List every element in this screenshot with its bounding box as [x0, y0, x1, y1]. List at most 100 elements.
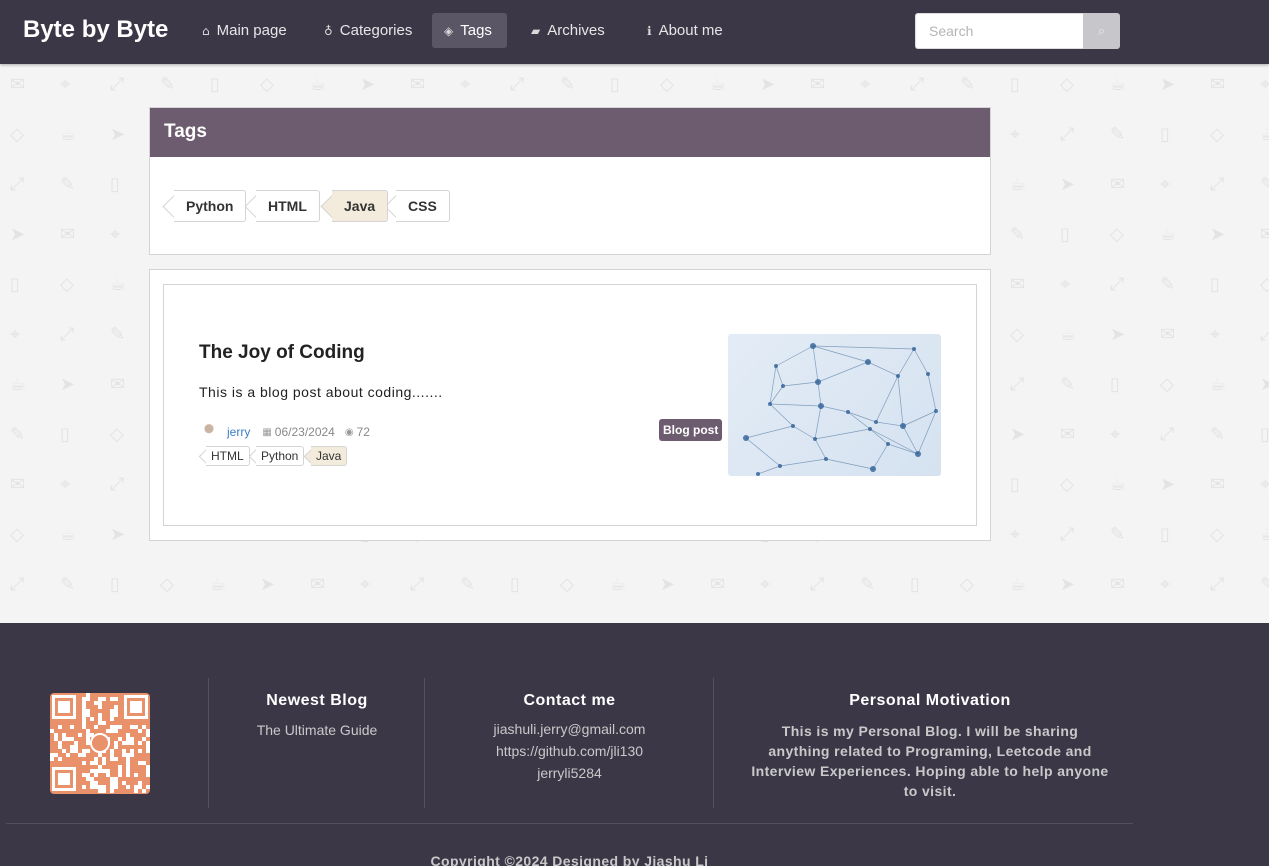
qr-module	[142, 789, 146, 793]
post-thumbnail-image[interactable]	[728, 334, 941, 476]
qr-module	[58, 725, 62, 729]
pattern-glyph: ⌖	[110, 224, 121, 245]
tag-html[interactable]: HTML	[256, 190, 320, 222]
qr-module	[82, 701, 86, 705]
qr-module	[102, 785, 106, 789]
network-edge	[812, 345, 869, 363]
qr-module	[74, 749, 78, 753]
qr-module	[146, 765, 150, 769]
network-edge	[872, 443, 889, 470]
pattern-glyph: ✎	[1060, 374, 1076, 395]
category-label[interactable]: Blog post	[659, 419, 723, 441]
qr-module	[54, 737, 58, 741]
qr-module	[86, 737, 90, 741]
nav-item-label: Categories	[339, 22, 413, 39]
qr-module	[98, 769, 102, 773]
contact-email[interactable]: jiashuli.jerry@gmail.com	[425, 718, 714, 740]
post-tag-python[interactable]: Python	[256, 446, 305, 466]
pattern-glyph: ➤	[360, 74, 376, 95]
nav-item-main-page[interactable]: ⌂ Main page	[188, 13, 301, 48]
pattern-glyph: ⌖	[1010, 524, 1021, 545]
nav-item-tags[interactable]: ◈ Tags	[432, 13, 507, 48]
qr-module	[70, 745, 74, 749]
network-node	[865, 359, 871, 365]
tag-java[interactable]: Java	[332, 190, 389, 222]
pattern-glyph: ⌖	[860, 74, 871, 95]
network-edge	[757, 465, 781, 475]
network-edge	[814, 428, 871, 440]
qr-module	[126, 773, 130, 777]
qr-module	[90, 785, 94, 789]
newest-blog-link[interactable]: The Ultimate Guide	[209, 719, 425, 741]
author-link[interactable]: jerry	[227, 425, 250, 439]
pattern-glyph: ✉	[10, 74, 26, 95]
idea-icon: ♁	[324, 23, 333, 38]
pattern-glyph: ☕	[110, 274, 127, 295]
qr-module	[134, 785, 138, 789]
qr-module	[126, 761, 130, 765]
post-tag-html[interactable]: HTML	[206, 446, 250, 466]
pattern-glyph: ◇	[60, 274, 74, 295]
network-edge	[769, 403, 794, 427]
network-node	[818, 403, 824, 409]
qr-module	[94, 761, 98, 765]
qr-module	[98, 765, 102, 769]
qr-module	[58, 757, 62, 761]
search-input[interactable]	[915, 13, 1084, 49]
qr-module	[82, 773, 86, 777]
pattern-glyph: ▯	[1160, 124, 1170, 145]
network-node	[934, 409, 938, 413]
pattern-glyph: ➤	[1160, 74, 1176, 95]
post-tag-java[interactable]: Java	[311, 446, 348, 466]
pattern-glyph: ⤢	[1160, 424, 1175, 445]
search-icon: ⌕	[1097, 23, 1106, 39]
pattern-glyph: ☕	[1260, 124, 1269, 145]
qr-module	[82, 713, 86, 717]
network-node	[774, 364, 778, 368]
eye-icon: ◉	[344, 426, 354, 438]
pattern-glyph: ✉	[1010, 274, 1026, 295]
pattern-glyph: ✎	[960, 74, 976, 95]
pattern-glyph: ⤢	[1060, 524, 1075, 545]
qr-module	[126, 753, 130, 757]
qr-module	[126, 785, 130, 789]
pattern-glyph: ✎	[60, 174, 76, 195]
footer-heading-contact: Contact me	[523, 692, 616, 709]
qr-module	[110, 777, 114, 781]
tag-python[interactable]: Python	[174, 190, 247, 222]
pattern-glyph: ▯	[610, 74, 620, 95]
nav-item-categories[interactable]: ♁ Categories	[310, 13, 426, 48]
qr-module	[110, 729, 114, 733]
motivation-text: This is my Personal Blog. I will be shar…	[751, 723, 1109, 799]
qr-module	[102, 789, 106, 793]
nav-item-about-me[interactable]: ℹ About me	[633, 13, 737, 48]
qr-module	[110, 725, 114, 729]
pattern-glyph: ✉	[1060, 424, 1076, 445]
qr-module	[134, 773, 138, 777]
tag-css[interactable]: CSS	[396, 190, 450, 222]
qr-module	[62, 737, 66, 741]
qr-module	[70, 725, 74, 729]
contact-github[interactable]: https://github.com/jli130	[425, 740, 714, 762]
site-brand[interactable]: Byte by Byte	[23, 16, 168, 44]
pattern-glyph: ✉	[1160, 324, 1176, 345]
calendar-icon: ▦	[262, 426, 272, 438]
pattern-glyph: ⤢	[10, 174, 25, 195]
network-node	[926, 372, 930, 376]
network-edge	[897, 348, 915, 377]
post-title[interactable]: The Joy of Coding	[199, 342, 365, 364]
qr-module	[138, 781, 142, 785]
search-button[interactable]: ⌕	[1083, 13, 1120, 49]
qr-module	[126, 741, 130, 745]
pattern-glyph: ✉	[1210, 474, 1226, 495]
pattern-glyph: ⤢	[110, 474, 125, 495]
pattern-glyph: ⤢	[410, 574, 425, 595]
qr-module	[126, 733, 130, 737]
network-edge	[779, 458, 827, 467]
nav-item-archives[interactable]: ▰ Archives	[517, 13, 619, 48]
network-edge	[814, 438, 827, 460]
network-edge	[875, 375, 899, 423]
qr-module	[90, 781, 94, 785]
qr-module	[74, 745, 78, 749]
qr-module	[94, 701, 98, 705]
